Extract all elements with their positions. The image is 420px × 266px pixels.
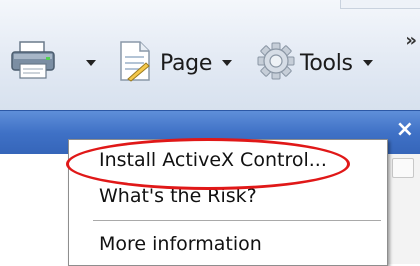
scroll-up-button[interactable] xyxy=(392,158,414,178)
page-icon xyxy=(118,39,152,87)
page-content-area xyxy=(0,154,68,264)
tools-dropdown-arrow-icon[interactable] xyxy=(362,60,373,66)
tools-button-label: Tools xyxy=(300,50,353,76)
toolbar-overflow-chevron-icon[interactable]: » xyxy=(405,30,417,51)
print-button[interactable] xyxy=(10,38,96,88)
page-menu-button[interactable]: Page xyxy=(118,38,233,88)
command-bar: Page Tools » xyxy=(0,0,420,111)
tools-menu-button[interactable]: Tools xyxy=(256,38,373,88)
print-dropdown-arrow-icon[interactable] xyxy=(86,60,96,66)
printer-icon xyxy=(10,40,56,86)
tools-gear-icon xyxy=(256,41,296,85)
close-icon[interactable]: × xyxy=(396,119,414,141)
toolbar-top-edge xyxy=(340,0,420,9)
page-dropdown-arrow-icon[interactable] xyxy=(222,60,233,66)
page-button-label: Page xyxy=(160,50,213,76)
menu-separator xyxy=(93,220,381,221)
menu-item-more-information[interactable]: More information xyxy=(69,226,387,262)
red-highlight-ellipse xyxy=(66,138,350,190)
